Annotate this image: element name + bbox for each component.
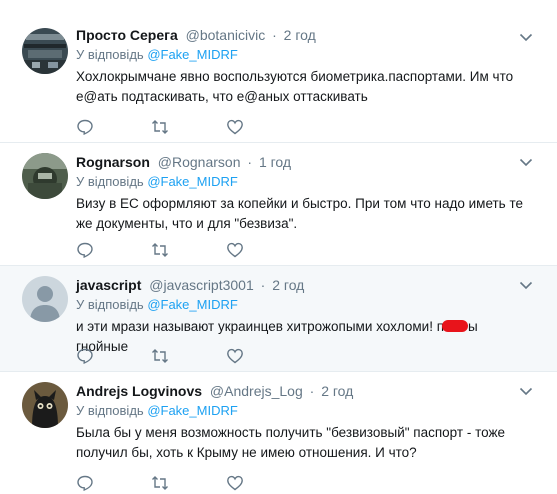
like-button[interactable] bbox=[226, 117, 301, 137]
avatar[interactable] bbox=[22, 153, 68, 199]
author-name[interactable]: Andrejs Logvinovs bbox=[76, 383, 202, 399]
reply-context: У відповідь @Fake_MIDRF bbox=[76, 296, 527, 314]
separator-dot: · bbox=[247, 154, 253, 170]
tweet-text: Визу в ЕС оформляют за копейки и быстро.… bbox=[76, 196, 524, 231]
tweet-text: Была бы у меня возможность получить "без… bbox=[76, 425, 505, 460]
redaction-mark bbox=[442, 320, 469, 332]
reply-button[interactable] bbox=[76, 473, 151, 493]
separator-dot: · bbox=[309, 383, 315, 399]
like-icon bbox=[227, 242, 243, 258]
tweet[interactable]: javascript @javascript3001 · 2 год У від… bbox=[0, 266, 557, 372]
retweet-button[interactable] bbox=[151, 117, 226, 137]
author-name[interactable]: Просто Серега bbox=[76, 27, 178, 43]
reply-prefix: У відповідь bbox=[76, 174, 144, 189]
timestamp[interactable]: 2 год bbox=[272, 277, 304, 293]
like-icon bbox=[227, 119, 243, 135]
separator-dot: · bbox=[272, 27, 277, 43]
reply-button[interactable] bbox=[76, 117, 151, 137]
tweet-feed: Просто Серега @botanicivic · 2 год У від… bbox=[0, 0, 557, 494]
timestamp[interactable]: 2 год bbox=[321, 383, 353, 399]
reply-icon bbox=[77, 475, 93, 492]
reply-icon bbox=[77, 119, 93, 136]
reply-context: У відповідь @Fake_MIDRF bbox=[76, 402, 527, 420]
reply-handle-link[interactable]: @Fake_MIDRF bbox=[147, 47, 238, 62]
retweet-icon bbox=[152, 120, 168, 134]
tweet[interactable]: Rognarson @Rognarson · 1 год У відповідь… bbox=[0, 143, 557, 266]
retweet-button[interactable] bbox=[151, 346, 226, 366]
like-icon bbox=[227, 475, 243, 491]
tweet-text-part: и эти мрази называют украинцев хитрожопы… bbox=[76, 319, 445, 334]
author-handle[interactable]: @botanicivic bbox=[186, 27, 266, 43]
reply-prefix: У відповідь bbox=[76, 47, 144, 62]
caret-down-icon[interactable] bbox=[519, 386, 533, 396]
retweet-button[interactable] bbox=[151, 240, 226, 260]
caret-down-icon[interactable] bbox=[519, 280, 533, 290]
retweet-button[interactable] bbox=[151, 473, 226, 493]
avatar[interactable] bbox=[22, 28, 68, 74]
like-icon bbox=[227, 348, 243, 364]
caret-down-icon[interactable] bbox=[519, 157, 533, 167]
reply-icon bbox=[77, 348, 93, 365]
reply-prefix: У відповідь bbox=[76, 403, 144, 418]
timestamp[interactable]: 1 год bbox=[259, 154, 291, 170]
like-button[interactable] bbox=[226, 473, 301, 493]
reply-button[interactable] bbox=[76, 240, 151, 260]
retweet-icon bbox=[152, 349, 168, 363]
tweet-text: Хохлокрымчане явно воспользуются биометр… bbox=[76, 69, 514, 104]
like-button[interactable] bbox=[226, 346, 301, 366]
timestamp[interactable]: 2 год bbox=[284, 27, 316, 43]
author-name[interactable]: Rognarson bbox=[76, 154, 150, 170]
reply-handle-link[interactable]: @Fake_MIDRF bbox=[147, 297, 238, 312]
reply-handle-link[interactable]: @Fake_MIDRF bbox=[147, 174, 238, 189]
author-handle[interactable]: @Andrejs_Log bbox=[210, 383, 303, 399]
caret-down-icon[interactable] bbox=[519, 32, 533, 42]
retweet-icon bbox=[152, 476, 168, 490]
avatar[interactable] bbox=[22, 276, 68, 322]
reply-handle-link[interactable]: @Fake_MIDRF bbox=[147, 403, 238, 418]
reply-button[interactable] bbox=[76, 346, 151, 366]
like-button[interactable] bbox=[226, 240, 301, 260]
author-handle[interactable]: @javascript3001 bbox=[149, 277, 254, 293]
reply-prefix: У відповідь bbox=[76, 297, 144, 312]
separator-dot: · bbox=[260, 277, 266, 293]
reply-context: У відповідь @Fake_MIDRF bbox=[76, 173, 527, 191]
tweet[interactable]: Просто Серега @botanicivic · 2 год У від… bbox=[0, 0, 557, 143]
avatar[interactable] bbox=[22, 382, 68, 428]
author-handle[interactable]: @Rognarson bbox=[158, 154, 241, 170]
retweet-icon bbox=[152, 243, 168, 257]
author-name[interactable]: javascript bbox=[76, 277, 141, 293]
tweet[interactable]: Andrejs Logvinovs @Andrejs_Log · 2 год У… bbox=[0, 372, 557, 494]
reply-context: У відповідь @Fake_MIDRF bbox=[76, 46, 527, 64]
reply-icon bbox=[77, 242, 93, 259]
